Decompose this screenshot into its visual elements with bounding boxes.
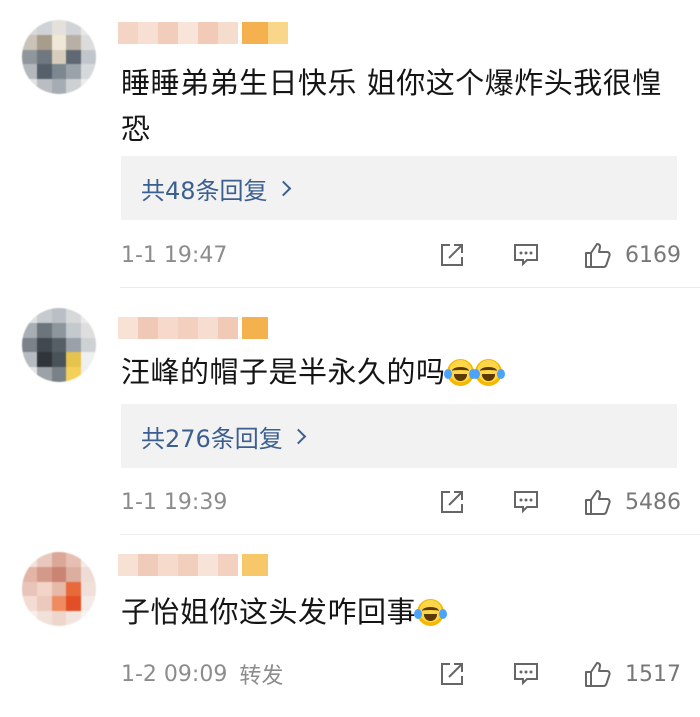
replies-count-label: 共276条回复 [141,424,283,453]
divider [120,534,700,535]
chevron-right-icon [275,180,291,196]
comment-button[interactable] [511,238,541,272]
share-button[interactable] [437,238,467,272]
comment-meta: 1-1 19:47 6169 [121,238,700,272]
laugh-cry-emoji-icon [414,599,448,626]
username-blurred[interactable] [118,20,288,46]
comment-text: 汪峰的帽子是半永久的吗 [121,349,681,395]
vip-badge-icon [242,317,268,339]
vip-badge-icon [242,554,268,576]
comment-button[interactable] [511,657,541,691]
comment-text: 睡睡弟弟生日快乐 姐你这个爆炸头我很惶恐 [121,66,662,146]
share-icon [441,491,463,513]
comment-icon [514,244,538,267]
like-count: 1517 [625,661,681,687]
thumbs-up-icon [585,662,611,687]
like-count: 6169 [625,242,681,268]
like-button[interactable]: 5486 [583,485,681,519]
vip-badge-icon [242,22,268,44]
view-replies-button[interactable]: 共48条回复 [121,156,677,220]
comment-meta: 1-2 09:09 转发 1517 [121,657,700,691]
share-icon [441,244,463,266]
comment-button[interactable] [511,485,541,519]
replies-count-label: 共48条回复 [141,176,268,205]
thumbs-up-icon [585,243,611,268]
thumbs-up-icon [585,490,611,515]
laugh-cry-emoji-icon [443,359,477,386]
comment-text: 子怡姐你这头发咋回事 [121,589,681,635]
avatar[interactable] [22,20,96,94]
divider [120,287,700,288]
view-replies-button[interactable]: 共276条回复 [121,404,677,468]
like-button[interactable]: 1517 [583,657,681,691]
username-blurred[interactable] [118,315,268,341]
chevron-right-icon [290,428,307,444]
timestamp: 1-1 19:47 [121,242,228,268]
laugh-cry-emoji-icon [471,359,505,386]
forward-link[interactable]: 转发 [239,658,283,690]
timestamp: 1-1 19:39 [121,489,228,515]
timestamp: 1-2 09:09 [121,661,228,687]
avatar[interactable] [22,308,96,382]
comment-icon [514,491,538,514]
avatar[interactable] [22,552,96,626]
like-count: 5486 [625,489,681,515]
like-button[interactable]: 6169 [583,238,681,272]
comment-meta: 1-1 19:39 5486 [121,485,700,519]
share-button[interactable] [437,485,467,519]
share-button[interactable] [437,657,467,691]
comment-icon [514,663,538,686]
username-blurred[interactable] [118,552,268,578]
share-icon [441,663,463,685]
